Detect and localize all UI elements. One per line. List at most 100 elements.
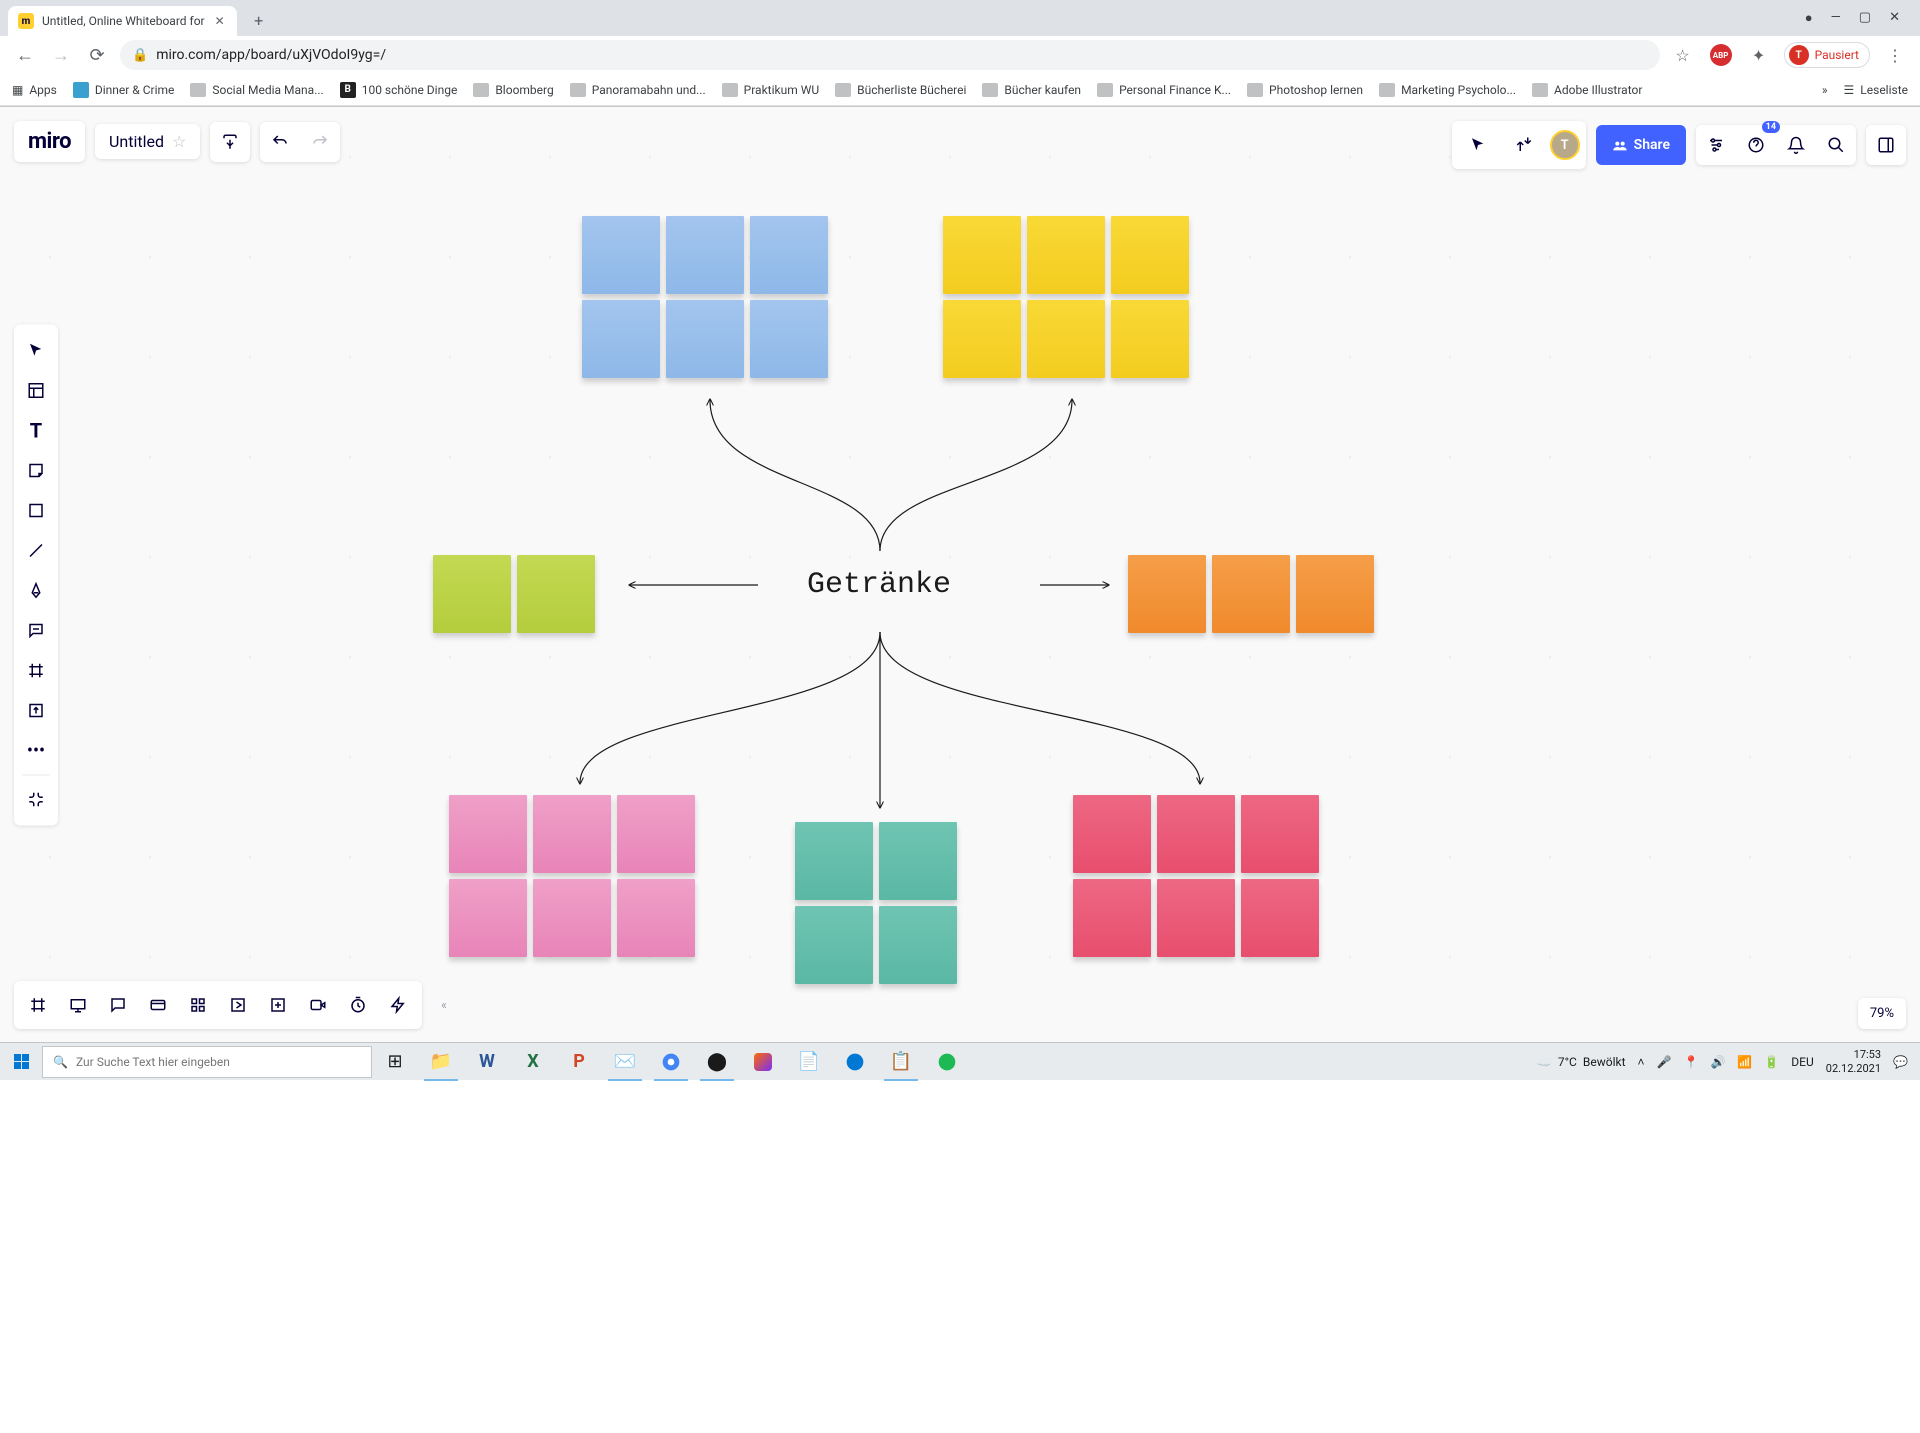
- sticky-note[interactable]: [1128, 555, 1206, 633]
- sticky-group-red[interactable]: [1073, 795, 1319, 957]
- user-avatar[interactable]: T: [1550, 130, 1580, 160]
- share-button[interactable]: Share: [1596, 125, 1686, 165]
- app-icon[interactable]: 📋: [878, 1043, 924, 1081]
- more-tools-icon[interactable]: •••: [14, 731, 58, 771]
- sticky-note[interactable]: [449, 879, 527, 957]
- sticky-note[interactable]: [533, 795, 611, 873]
- sticky-note[interactable]: [1027, 216, 1105, 294]
- sticky-note[interactable]: [1111, 300, 1189, 378]
- word-icon[interactable]: W: [464, 1043, 510, 1081]
- close-window-icon[interactable]: ✕: [1889, 10, 1900, 26]
- language-indicator[interactable]: DEU: [1791, 1055, 1813, 1069]
- bookmark-item[interactable]: Adobe Illustrator: [1532, 83, 1642, 97]
- account-dot-icon[interactable]: ●: [1805, 10, 1813, 26]
- text-tool-icon[interactable]: T: [14, 411, 58, 451]
- mail-icon[interactable]: ✉️: [602, 1043, 648, 1081]
- sticky-note[interactable]: [617, 879, 695, 957]
- canvas[interactable]: Getränke: [0, 107, 1920, 1043]
- sticky-note[interactable]: [1027, 300, 1105, 378]
- upload-tool-icon[interactable]: [14, 691, 58, 731]
- sticky-group-lime[interactable]: [433, 555, 595, 633]
- sticky-note[interactable]: [1111, 216, 1189, 294]
- profile-button[interactable]: T Pausiert: [1784, 42, 1870, 68]
- sticky-note[interactable]: [943, 216, 1021, 294]
- select-tool-icon[interactable]: [14, 331, 58, 371]
- bookmark-item[interactable]: Bücherliste Bücherei: [835, 83, 966, 97]
- excel-icon[interactable]: X: [510, 1043, 556, 1081]
- sticky-note[interactable]: [879, 906, 957, 984]
- present-icon[interactable]: [58, 985, 98, 1025]
- pen-tool-icon[interactable]: [14, 571, 58, 611]
- integrations-icon[interactable]: [14, 780, 58, 820]
- frames-icon[interactable]: [18, 985, 58, 1025]
- mic-icon[interactable]: 🎤: [1657, 1055, 1672, 1069]
- templates-tool-icon[interactable]: [14, 371, 58, 411]
- sticky-group-blue[interactable]: [582, 216, 828, 378]
- comments-panel-icon[interactable]: [98, 985, 138, 1025]
- note-icon[interactable]: [258, 985, 298, 1025]
- sticky-note[interactable]: [517, 555, 595, 633]
- redo-button[interactable]: [300, 122, 340, 162]
- start-button[interactable]: [0, 1043, 42, 1081]
- board-name[interactable]: Untitled ☆: [95, 124, 200, 159]
- sticky-note[interactable]: [666, 300, 744, 378]
- zoom-indicator[interactable]: 79%: [1858, 998, 1906, 1029]
- powerpoint-icon[interactable]: P: [556, 1043, 602, 1081]
- shape-tool-icon[interactable]: [14, 491, 58, 531]
- bookmark-item[interactable]: Bloomberg: [473, 83, 553, 97]
- sticky-note[interactable]: [1241, 879, 1319, 957]
- sticky-note[interactable]: [750, 216, 828, 294]
- weather-widget[interactable]: ☁️ 7°C Bewölkt: [1537, 1055, 1626, 1069]
- apps-bookmark[interactable]: ▦ Apps: [12, 83, 57, 97]
- bookmark-item[interactable]: Praktikum WU: [722, 83, 819, 97]
- battery-icon[interactable]: 🔋: [1764, 1055, 1779, 1069]
- bookmark-item[interactable]: Bücher kaufen: [982, 83, 1081, 97]
- sticky-group-yellow[interactable]: [943, 216, 1189, 378]
- bell-icon[interactable]: [1776, 125, 1816, 165]
- sticky-note[interactable]: [1073, 795, 1151, 873]
- new-tab-button[interactable]: +: [245, 6, 273, 34]
- sticky-note[interactable]: [1241, 795, 1319, 873]
- timer-icon[interactable]: [338, 985, 378, 1025]
- bookmark-item[interactable]: Panoramabahn und...: [570, 83, 706, 97]
- sticky-note[interactable]: [1212, 555, 1290, 633]
- sticky-note[interactable]: [433, 555, 511, 633]
- settings-icon[interactable]: [1696, 125, 1736, 165]
- chrome-menu-icon[interactable]: ⋮: [1882, 42, 1908, 68]
- sticky-group-orange[interactable]: [1128, 555, 1374, 633]
- star-bookmark-icon[interactable]: ☆: [1670, 42, 1696, 68]
- wifi-icon[interactable]: 📶: [1737, 1055, 1752, 1069]
- bookmark-item[interactable]: Photoshop lernen: [1247, 83, 1363, 97]
- extensions-icon[interactable]: ✦: [1746, 42, 1772, 68]
- sticky-note[interactable]: [795, 822, 873, 900]
- sticky-note[interactable]: [879, 822, 957, 900]
- activity-icon[interactable]: [178, 985, 218, 1025]
- volume-icon[interactable]: 🔊: [1710, 1055, 1725, 1069]
- url-field[interactable]: 🔒 miro.com/app/board/uXjVOdoI9yg=/: [120, 40, 1660, 70]
- notepad-icon[interactable]: 📄: [786, 1043, 832, 1081]
- forward-button[interactable]: →: [48, 42, 74, 68]
- minimize-icon[interactable]: —: [1831, 10, 1841, 26]
- bookmark-item[interactable]: Marketing Psycholo...: [1379, 83, 1516, 97]
- sticky-note[interactable]: [666, 216, 744, 294]
- chrome-icon[interactable]: [648, 1043, 694, 1081]
- comment-tool-icon[interactable]: [14, 611, 58, 651]
- search-icon[interactable]: [1816, 125, 1856, 165]
- star-icon[interactable]: ☆: [172, 132, 186, 151]
- taskbar-clock[interactable]: 17:53 02.12.2021: [1826, 1048, 1881, 1074]
- back-button[interactable]: ←: [12, 42, 38, 68]
- bookmark-item[interactable]: Personal Finance K...: [1097, 83, 1231, 97]
- card-icon[interactable]: [138, 985, 178, 1025]
- abp-extension-icon[interactable]: ABP: [1708, 42, 1734, 68]
- link-icon[interactable]: [218, 985, 258, 1025]
- center-label[interactable]: Getränke: [807, 568, 951, 602]
- bookmark-item[interactable]: Dinner & Crime: [73, 82, 175, 98]
- undo-button[interactable]: [260, 122, 300, 162]
- sticky-note[interactable]: [795, 906, 873, 984]
- sticky-note[interactable]: [1157, 795, 1235, 873]
- location-icon[interactable]: 📍: [1683, 1055, 1698, 1069]
- sticky-note[interactable]: [1296, 555, 1374, 633]
- cursor-tool-icon[interactable]: [1458, 125, 1498, 165]
- collapse-toolbar-icon[interactable]: «: [432, 985, 456, 1025]
- miro-logo[interactable]: miro: [14, 121, 85, 162]
